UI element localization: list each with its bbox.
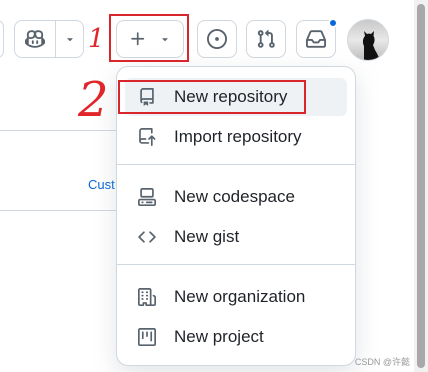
- triangle-down-icon: [159, 33, 171, 45]
- codespaces-icon: [137, 187, 157, 207]
- copilot-button[interactable]: [14, 20, 56, 58]
- copilot-icon: [25, 29, 45, 49]
- menu-item-new-gist[interactable]: New gist: [125, 218, 347, 256]
- scrollbar-thumb[interactable]: [417, 4, 425, 368]
- organization-icon: [137, 287, 157, 307]
- create-new-menu: New repository Import repository New cod…: [116, 66, 356, 366]
- header-divider: [0, 130, 118, 131]
- watermark: CSDN @许懿: [354, 357, 410, 367]
- notification-indicator: [328, 18, 338, 28]
- search-button-partial[interactable]: [0, 20, 4, 58]
- cat-silhouette-icon: [362, 31, 380, 60]
- pull-requests-button[interactable]: [246, 20, 286, 58]
- menu-item-label: Import repository: [174, 127, 302, 146]
- menu-item-label: New repository: [174, 87, 288, 106]
- plus-icon: [129, 30, 147, 48]
- inbox-icon: [306, 29, 326, 49]
- vertical-scrollbar[interactable]: [414, 0, 428, 372]
- code-icon: [137, 227, 157, 247]
- menu-item-new-project[interactable]: New project: [125, 318, 347, 356]
- repo-icon: [137, 87, 157, 107]
- project-icon: [137, 327, 157, 347]
- git-pull-request-icon: [256, 29, 276, 49]
- user-avatar[interactable]: [347, 19, 389, 61]
- menu-item-new-codespace[interactable]: New codespace: [125, 178, 347, 216]
- repo-push-icon: [137, 127, 157, 147]
- issues-button[interactable]: [197, 20, 237, 58]
- content-divider: [0, 210, 118, 211]
- menu-item-label: New organization: [174, 287, 306, 306]
- annotation-number-two: 2: [78, 72, 109, 128]
- menu-item-new-organization[interactable]: New organization: [125, 278, 347, 316]
- menu-item-label: New project: [174, 327, 264, 346]
- menu-separator: [117, 164, 355, 165]
- create-new-button[interactable]: [116, 20, 184, 58]
- copilot-dropdown-button[interactable]: [56, 20, 84, 58]
- menu-separator: [117, 264, 355, 265]
- menu-item-import-repository[interactable]: Import repository: [125, 118, 347, 156]
- issue-opened-icon: [207, 29, 227, 49]
- triangle-down-icon: [64, 33, 76, 45]
- menu-item-label: New codespace: [174, 187, 295, 206]
- menu-item-new-repository[interactable]: New repository: [125, 78, 347, 116]
- menu-item-label: New gist: [174, 227, 240, 246]
- customize-link-partial[interactable]: Cust: [88, 177, 115, 192]
